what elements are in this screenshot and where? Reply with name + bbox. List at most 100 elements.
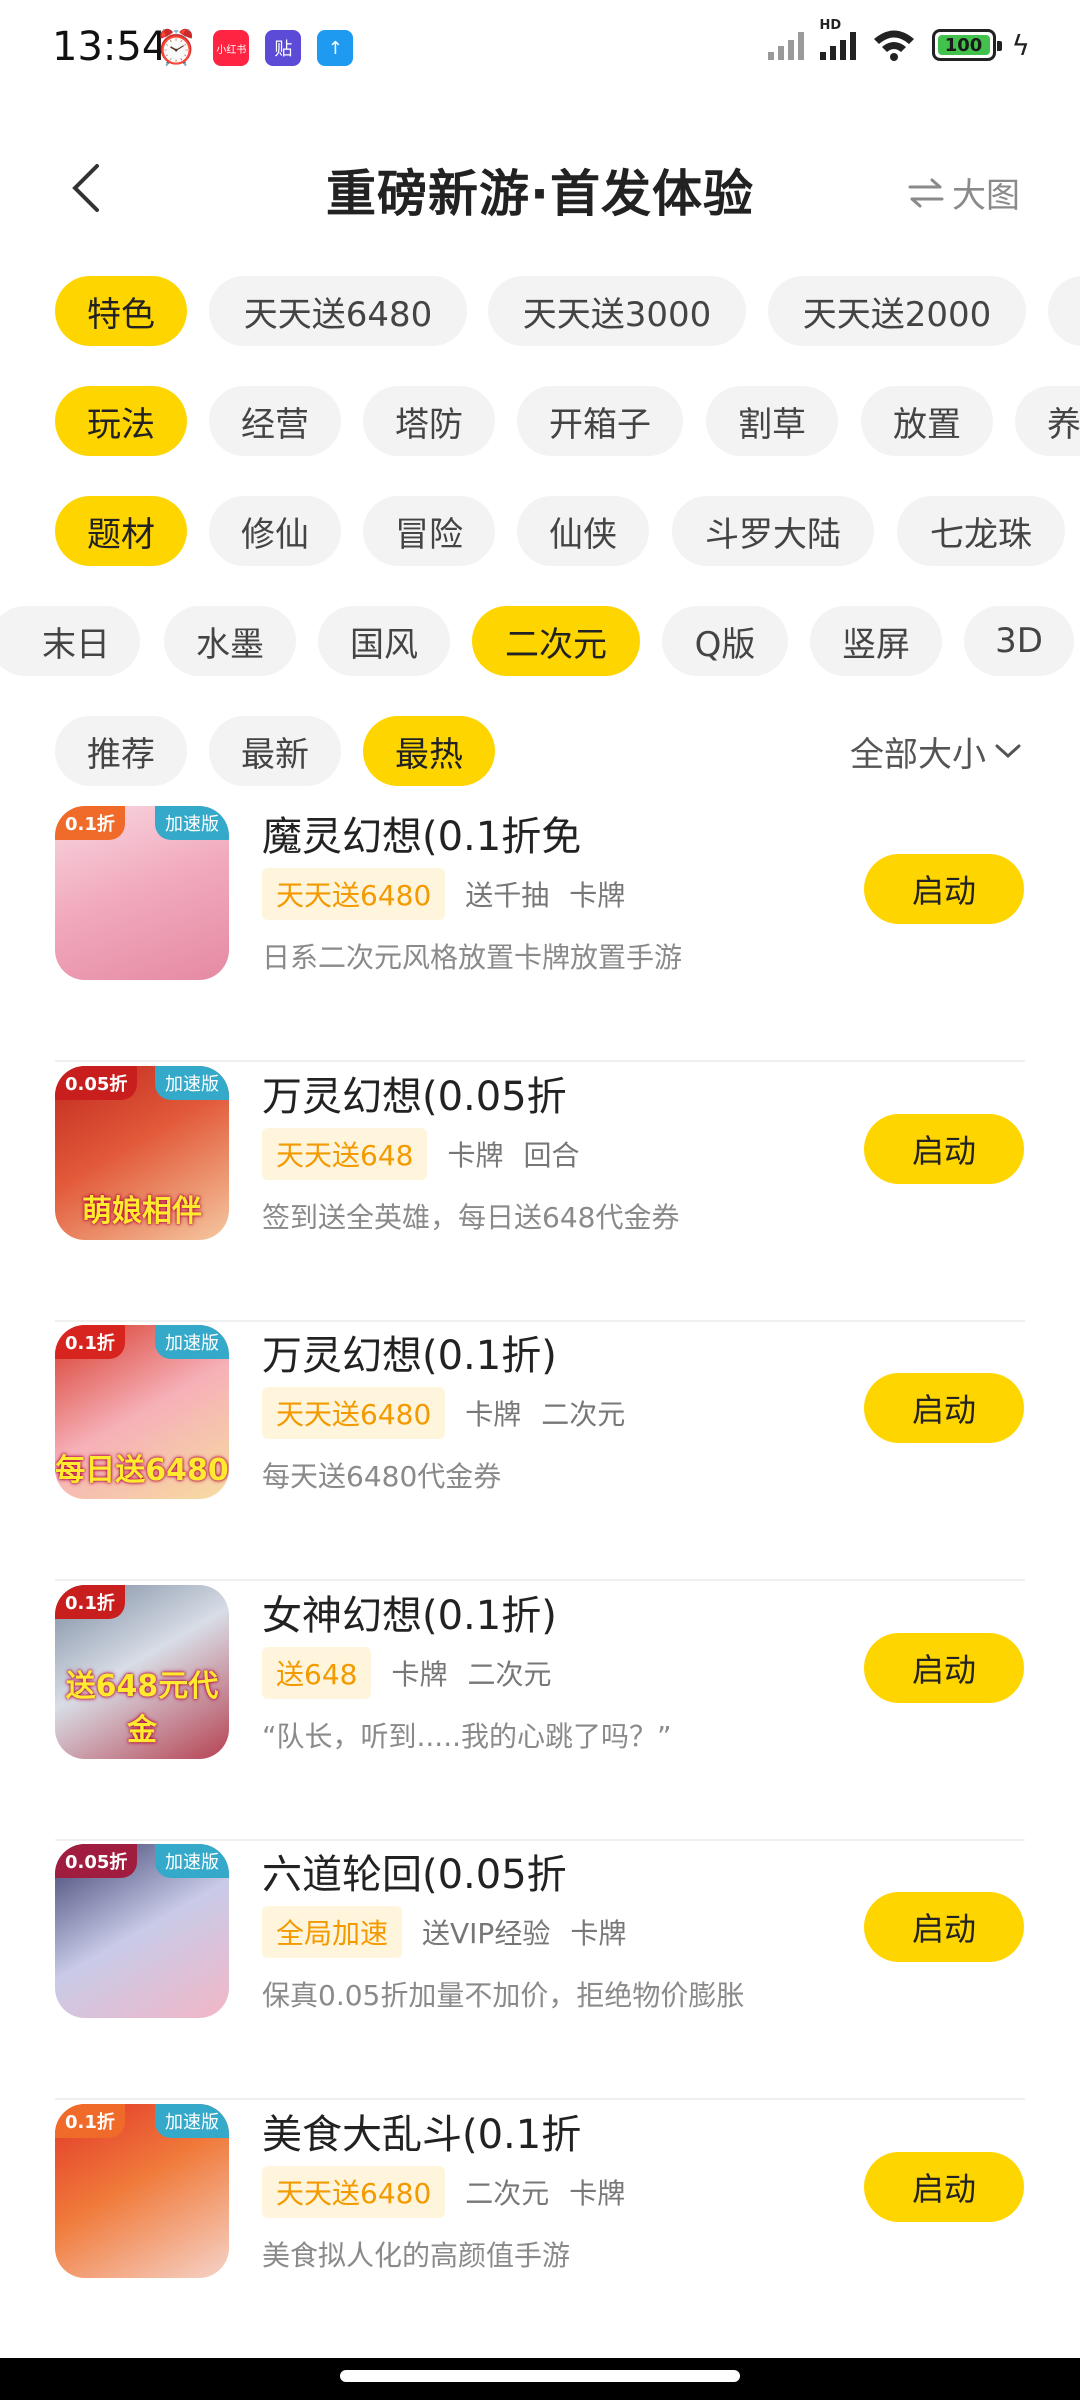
tag: 卡牌	[447, 1139, 504, 1172]
tag: 卡牌	[391, 1658, 448, 1691]
filter-chip[interactable]: Q版	[662, 606, 788, 676]
tag: 卡牌	[569, 879, 626, 912]
tag: 送VIP经验	[422, 1917, 551, 1950]
filter-chip[interactable]: 冒险	[363, 496, 495, 566]
list-item[interactable]: 0.1折 送648元代金 女神幻想(0.1折) 送648 卡牌 二次元 “队长，…	[0, 1581, 1080, 1841]
size-filter-dropdown[interactable]: 全部大小	[850, 716, 1022, 786]
filter-category-theme[interactable]: 题材	[55, 496, 187, 566]
list-item[interactable]: 0.05折 加速版 萌娘相伴 万灵幻想(0.05折 天天送648 卡牌 回合 签…	[0, 1062, 1080, 1322]
game-description: 签到送全英雄，每日送648代金券	[262, 1201, 680, 1234]
game-tags: 送648 卡牌 二次元	[262, 1647, 551, 1699]
highlight-tag: 天天送6480	[262, 2166, 446, 2218]
game-tags: 天天送648 卡牌 回合	[262, 1128, 579, 1180]
tag: 卡牌	[465, 1398, 522, 1431]
game-title[interactable]: 万灵幻想(0.05折	[262, 1064, 567, 1122]
highlight-tag: 天天送6480	[262, 1387, 446, 1439]
speed-badge: 加速版	[155, 1066, 229, 1100]
list-item[interactable]: 0.1折 加速版 魔灵幻想(0.1折免 天天送6480 送千抽 卡牌 日系二次元…	[0, 802, 1080, 1062]
status-app-icons: ⏰ 小红书 贴 ↑	[155, 28, 354, 68]
wifi-icon	[873, 30, 914, 61]
filter-chip[interactable]: 天天送2000	[768, 276, 1026, 346]
filter-chip[interactable]: 天天送3000	[488, 276, 746, 346]
signal-icon-sim1	[767, 30, 804, 60]
filter-chip[interactable]: 放置	[861, 386, 993, 456]
sort-option[interactable]: 推荐	[55, 716, 187, 786]
filter-chip[interactable]: 经营	[209, 386, 341, 456]
battery-level: 100	[944, 34, 983, 56]
filter-row-feature: 特色 天天送6480 天天送3000 天天送2000	[0, 276, 1080, 346]
list-item[interactable]: 0.1折 加速版 每日送6480 万灵幻想(0.1折) 天天送6480 卡牌 二…	[0, 1321, 1080, 1581]
speed-badge: 加速版	[155, 2104, 229, 2138]
discount-badge: 0.1折	[55, 2104, 125, 2138]
icon-caption: 送648元代金	[65, 1669, 219, 1748]
launch-button[interactable]: 启动	[864, 854, 1024, 924]
filter-chip[interactable]: 末日	[0, 606, 140, 676]
filter-chip[interactable]: 开箱子	[517, 386, 683, 456]
filter-chip[interactable]: 修仙	[209, 496, 341, 566]
game-description: 美食拟人化的高颜值手游	[262, 2239, 571, 2272]
discount-badge: 0.05折	[55, 1066, 138, 1100]
hd-label: HD	[819, 18, 842, 33]
signal-icon-sim2: HD	[819, 18, 856, 60]
filter-chip-selected[interactable]: 二次元	[472, 606, 640, 676]
tag: 二次元	[541, 1398, 626, 1431]
filter-chip[interactable]: 七龙珠	[897, 496, 1065, 566]
game-tags: 全局加速 送VIP经验 卡牌	[262, 1906, 626, 1958]
filter-chip[interactable]: 仙侠	[517, 496, 649, 566]
system-nav-bar	[0, 2358, 1080, 2400]
game-title[interactable]: 美食大乱斗(0.1折	[262, 2102, 581, 2160]
list-item[interactable]: 0.1折 加速版 美食大乱斗(0.1折 天天送6480 二次元 卡牌 美食拟人化…	[0, 2100, 1080, 2360]
tieba-app-icon: 贴	[265, 30, 302, 66]
sort-option[interactable]: 最新	[209, 716, 341, 786]
view-toggle-label: 大图	[952, 176, 1020, 216]
speed-badge: 加速版	[155, 1844, 229, 1878]
filter-category-gameplay[interactable]: 玩法	[55, 386, 187, 456]
game-icon[interactable]: 0.05折 加速版 萌娘相伴	[55, 1066, 229, 1240]
highlight-tag: 送648	[262, 1647, 372, 1699]
game-icon[interactable]: 0.1折 加速版	[55, 2104, 229, 2278]
tag: 二次元	[465, 2177, 550, 2210]
game-description: 日系二次元风格放置卡牌放置手游	[262, 941, 683, 974]
game-icon[interactable]: 0.1折 送648元代金	[55, 1585, 229, 1759]
filter-chip[interactable]: 3D	[964, 606, 1074, 676]
filter-category-feature[interactable]: 特色	[55, 276, 187, 346]
game-icon[interactable]: 0.1折 加速版 每日送6480	[55, 1325, 229, 1499]
game-icon[interactable]: 0.05折 加速版	[55, 1844, 229, 2018]
filter-chip[interactable]: 国风	[318, 606, 450, 676]
filter-chip-overflow[interactable]	[1048, 276, 1080, 346]
filter-chip[interactable]: 养	[1015, 386, 1080, 456]
speed-badge: 加速版	[155, 806, 229, 840]
discount-badge: 0.1折	[55, 806, 125, 840]
launch-button[interactable]: 启动	[864, 2152, 1024, 2222]
filter-chip[interactable]: 水墨	[164, 606, 296, 676]
game-title[interactable]: 六道轮回(0.05折	[262, 1842, 567, 1900]
filter-chip[interactable]: 竖屏	[810, 606, 942, 676]
filter-chip[interactable]: 割草	[706, 386, 838, 456]
game-title[interactable]: 女神幻想(0.1折)	[262, 1583, 557, 1641]
highlight-tag: 天天送6480	[262, 868, 446, 920]
tag: 二次元	[467, 1658, 552, 1691]
filter-chip[interactable]: 天天送6480	[209, 276, 467, 346]
game-tags: 天天送6480 二次元 卡牌	[262, 2166, 625, 2218]
list-item[interactable]: 0.05折 加速版 六道轮回(0.05折 全局加速 送VIP经验 卡牌 保真0.…	[0, 1840, 1080, 2100]
tag: 回合	[523, 1139, 580, 1172]
launch-button[interactable]: 启动	[864, 1373, 1024, 1443]
filter-chip[interactable]: 塔防	[363, 386, 495, 456]
game-icon[interactable]: 0.1折 加速版	[55, 806, 229, 980]
launch-button[interactable]: 启动	[864, 1114, 1024, 1184]
game-title[interactable]: 魔灵幻想(0.1折免	[262, 804, 581, 862]
home-gesture-handle[interactable]	[340, 2370, 740, 2382]
view-toggle-button[interactable]: 大图	[908, 168, 1020, 217]
swap-icon	[908, 178, 944, 207]
sort-option-selected[interactable]: 最热	[363, 716, 495, 786]
game-title[interactable]: 万灵幻想(0.1折)	[262, 1323, 557, 1381]
page-header: 重磅新游·首发体验 大图	[0, 130, 1080, 250]
launch-button[interactable]: 启动	[864, 1633, 1024, 1703]
game-description: 保真0.05折加量不加价，拒绝物价膨胀	[262, 1979, 745, 2012]
icon-caption: 每日送6480	[55, 1453, 229, 1488]
charging-icon: ϟ	[1011, 28, 1030, 62]
tag: 卡牌	[570, 1917, 627, 1950]
filter-chip[interactable]: 斗罗大陆	[672, 496, 874, 566]
status-right-icons: HD 100 ϟ	[767, 18, 1030, 62]
launch-button[interactable]: 启动	[864, 1892, 1024, 1962]
